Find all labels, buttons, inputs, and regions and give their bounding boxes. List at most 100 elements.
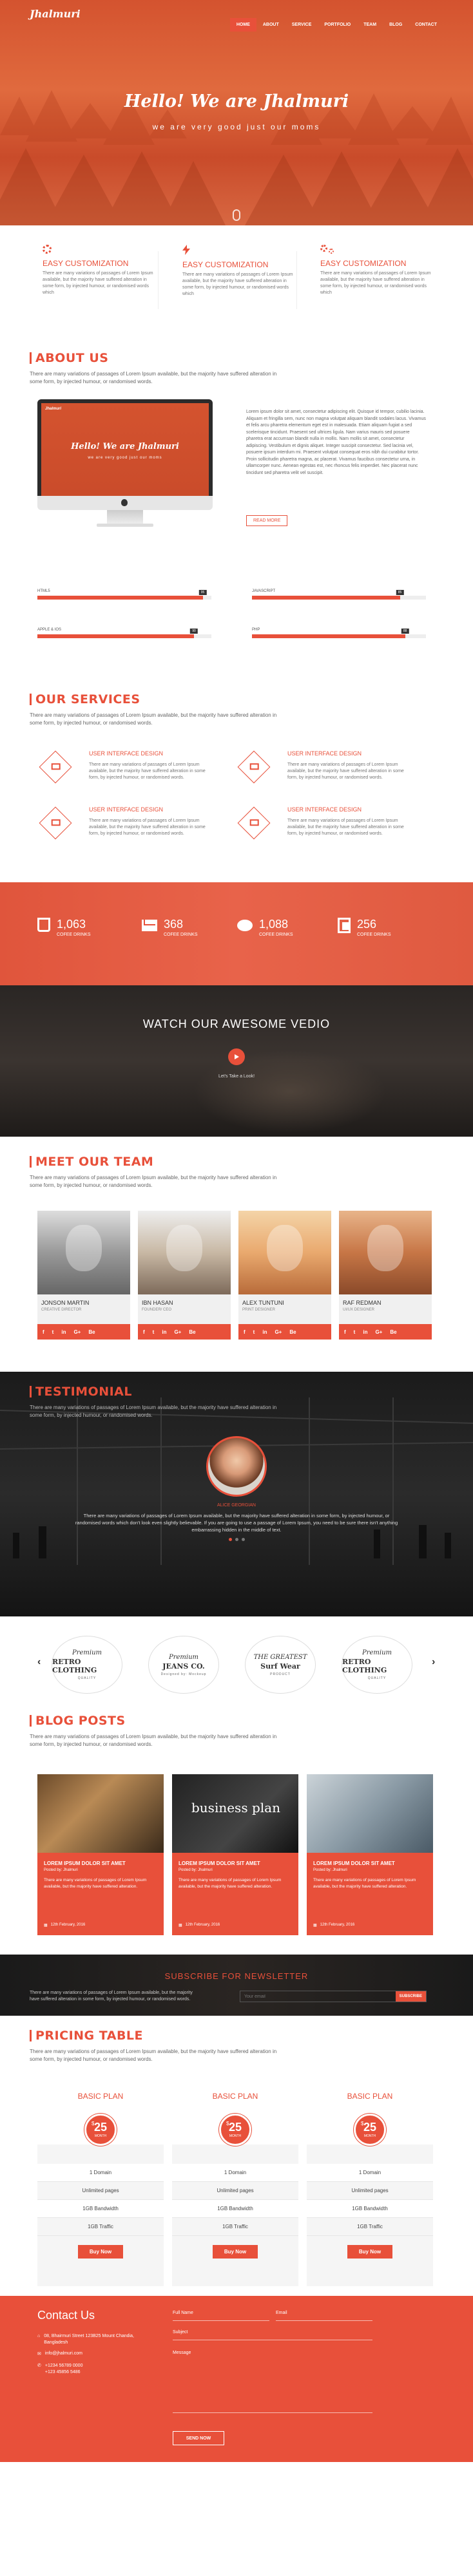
- plan-period: MONTH: [94, 2134, 107, 2138]
- dot[interactable]: [229, 1538, 232, 1541]
- plan-feature: 1GB Bandwidth: [172, 2200, 298, 2218]
- social-icon[interactable]: G+: [275, 1329, 282, 1335]
- read-more-button[interactable]: READ MORE: [246, 515, 288, 526]
- social-icon[interactable]: Be: [189, 1329, 195, 1335]
- team-member-photo: [138, 1211, 231, 1294]
- blog-image: [37, 1774, 164, 1853]
- testimonial-quote: There are many variations of passages of…: [75, 1513, 398, 1533]
- social-icon[interactable]: f: [344, 1329, 346, 1335]
- nav-about[interactable]: ABOUT: [256, 18, 285, 32]
- feature-item: EASY CUSTOMIZATION There are many variat…: [182, 245, 311, 298]
- plan-feature: 1GB Bandwidth: [37, 2200, 164, 2218]
- skill-tip: 95: [198, 590, 207, 595]
- social-icon[interactable]: G+: [375, 1329, 382, 1335]
- plan-feature: Unlimited pages: [37, 2182, 164, 2200]
- social-icon[interactable]: in: [61, 1329, 66, 1335]
- dot[interactable]: [235, 1538, 238, 1541]
- nav-portfolio[interactable]: PORTFOLIO: [318, 18, 357, 32]
- buy-now-button[interactable]: Buy Now: [212, 2245, 258, 2259]
- blog-date-text: 12th February, 2016: [320, 1923, 355, 1927]
- social-icon[interactable]: Be: [88, 1329, 95, 1335]
- blog-excerpt: There are many variations of passages of…: [44, 1878, 147, 1889]
- social-icon[interactable]: Be: [390, 1329, 396, 1335]
- service-item: USER INTERFACE DESIGN There are many var…: [236, 750, 423, 795]
- blog-author: Posted by: Jhalmuri: [44, 1868, 78, 1872]
- screen-logo: Jhalmuri: [45, 407, 62, 411]
- nav-team[interactable]: TEAM: [357, 18, 383, 32]
- social-icon[interactable]: Be: [289, 1329, 296, 1335]
- social-icon[interactable]: t: [354, 1329, 356, 1335]
- social-icon[interactable]: in: [262, 1329, 267, 1335]
- blog-title[interactable]: LOREM IPSUM DOLOR SIT AMET: [172, 1853, 298, 1866]
- social-icon[interactable]: G+: [73, 1329, 81, 1335]
- social-icon[interactable]: t: [153, 1329, 155, 1335]
- mouse-icon[interactable]: [233, 209, 240, 221]
- plan-name: BASIC PLAN: [347, 2092, 393, 2101]
- blackboard-text: business plan: [191, 1800, 280, 1815]
- skill-label: HTML5: [37, 589, 50, 593]
- logo[interactable]: Jhalmuri: [30, 8, 81, 20]
- contact-section: Contact Us ⌂ 08, Bhairmuri Street 123B25 …: [0, 2296, 473, 2462]
- subscribe-button[interactable]: SUBSCRIBE: [395, 1991, 426, 2002]
- blog-title[interactable]: LOREM IPSUM DOLOR SIT AMET: [37, 1853, 164, 1866]
- chevron-right-icon[interactable]: ›: [432, 1656, 435, 1668]
- client-main: RETRO CLOTHING: [342, 1658, 387, 1674]
- team-member-photo: [238, 1211, 331, 1294]
- social-icon[interactable]: f: [43, 1329, 44, 1335]
- member-role: FOUNDER/ CEO: [142, 1308, 172, 1312]
- hero-title: Hello! We are Jhalmuri: [124, 91, 349, 111]
- social-icon[interactable]: t: [253, 1329, 255, 1335]
- video-title: WATCH OUR AWESOME VEDIO: [142, 1018, 331, 1030]
- skill-bar: HTML5 95: [37, 589, 211, 600]
- blog-post-card[interactable]: business plan LOREM IPSUM DOLOR SIT AMET…: [172, 1774, 298, 1935]
- team-heading-text: MEET OUR TEAM: [35, 1155, 154, 1169]
- buy-now-button[interactable]: Buy Now: [347, 2245, 393, 2259]
- member-socials: f t in G+ Be: [37, 1324, 130, 1340]
- client-sub: PRODUCT: [270, 1672, 291, 1676]
- dot[interactable]: [242, 1538, 245, 1541]
- member-socials: f t in G+ Be: [339, 1324, 432, 1340]
- nav-blog[interactable]: BLOG: [383, 18, 409, 32]
- email-field[interactable]: Email: [276, 2309, 372, 2321]
- counter-label: COFEE DRINKS: [164, 933, 198, 937]
- subject-field[interactable]: Subject: [173, 2328, 372, 2340]
- counter-item: 368 COFEE DRINKS: [142, 918, 198, 937]
- monitor-icon: [237, 750, 271, 784]
- send-now-button[interactable]: SEND NOW: [173, 2431, 224, 2445]
- nav-home[interactable]: HOME: [229, 18, 256, 32]
- member-name: IBN HASAN: [142, 1300, 173, 1306]
- social-icon[interactable]: in: [162, 1329, 166, 1335]
- message-field[interactable]: Message: [173, 2349, 372, 2413]
- client-logo[interactable]: Premium RETRO CLOTHING QUALITY: [52, 1636, 122, 1694]
- client-logo[interactable]: THE GREATEST Surf Wear PRODUCT: [245, 1636, 316, 1694]
- social-icon[interactable]: t: [52, 1329, 54, 1335]
- blog-post-card[interactable]: LOREM IPSUM DOLOR SIT AMET Posted by: Jh…: [307, 1774, 433, 1935]
- skill-bar: APPLE & IOS 90: [37, 628, 211, 638]
- social-icon[interactable]: f: [244, 1329, 246, 1335]
- plan-feature: 1GB Traffic: [307, 2218, 433, 2236]
- buy-now-button[interactable]: Buy Now: [77, 2245, 124, 2259]
- social-icon[interactable]: f: [143, 1329, 145, 1335]
- feature-title: EASY CUSTOMIZATION: [43, 259, 129, 268]
- client-logo[interactable]: Premium RETRO CLOTHING QUALITY: [342, 1636, 412, 1694]
- pricing-section: PRICING TABLE There are many variations …: [0, 2016, 473, 2296]
- blog-title[interactable]: LOREM IPSUM DOLOR SIT AMET: [307, 1853, 433, 1866]
- client-logo[interactable]: Premium JEANS CO. Designed by: Mockeup: [148, 1636, 219, 1694]
- contact-email: ✉ info@jhalmuri.com: [37, 2351, 82, 2356]
- client-sub: QUALITY: [77, 1676, 97, 1680]
- blog-post-card[interactable]: LOREM IPSUM DOLOR SIT AMET Posted by: Jh…: [37, 1774, 164, 1935]
- chevron-left-icon[interactable]: ‹: [37, 1656, 41, 1668]
- play-button[interactable]: [228, 1048, 245, 1065]
- plan-feature: 1GB Bandwidth: [307, 2200, 433, 2218]
- social-icon[interactable]: in: [363, 1329, 367, 1335]
- newsletter-email-input[interactable]: [240, 1991, 396, 2002]
- social-icon[interactable]: G+: [174, 1329, 181, 1335]
- blog-date-text: 12th February, 2016: [50, 1923, 86, 1927]
- testimonial-heading: TESTIMONIAL: [30, 1385, 443, 1399]
- nav-service[interactable]: SERVICE: [285, 18, 318, 32]
- blog-image: [307, 1774, 433, 1853]
- nav-contact[interactable]: CONTACT: [409, 18, 443, 32]
- price-circle: $ 25 MONTH: [354, 2114, 386, 2146]
- member-role: PRINT DESIGNER: [242, 1308, 275, 1312]
- name-field[interactable]: Full Name: [173, 2309, 269, 2321]
